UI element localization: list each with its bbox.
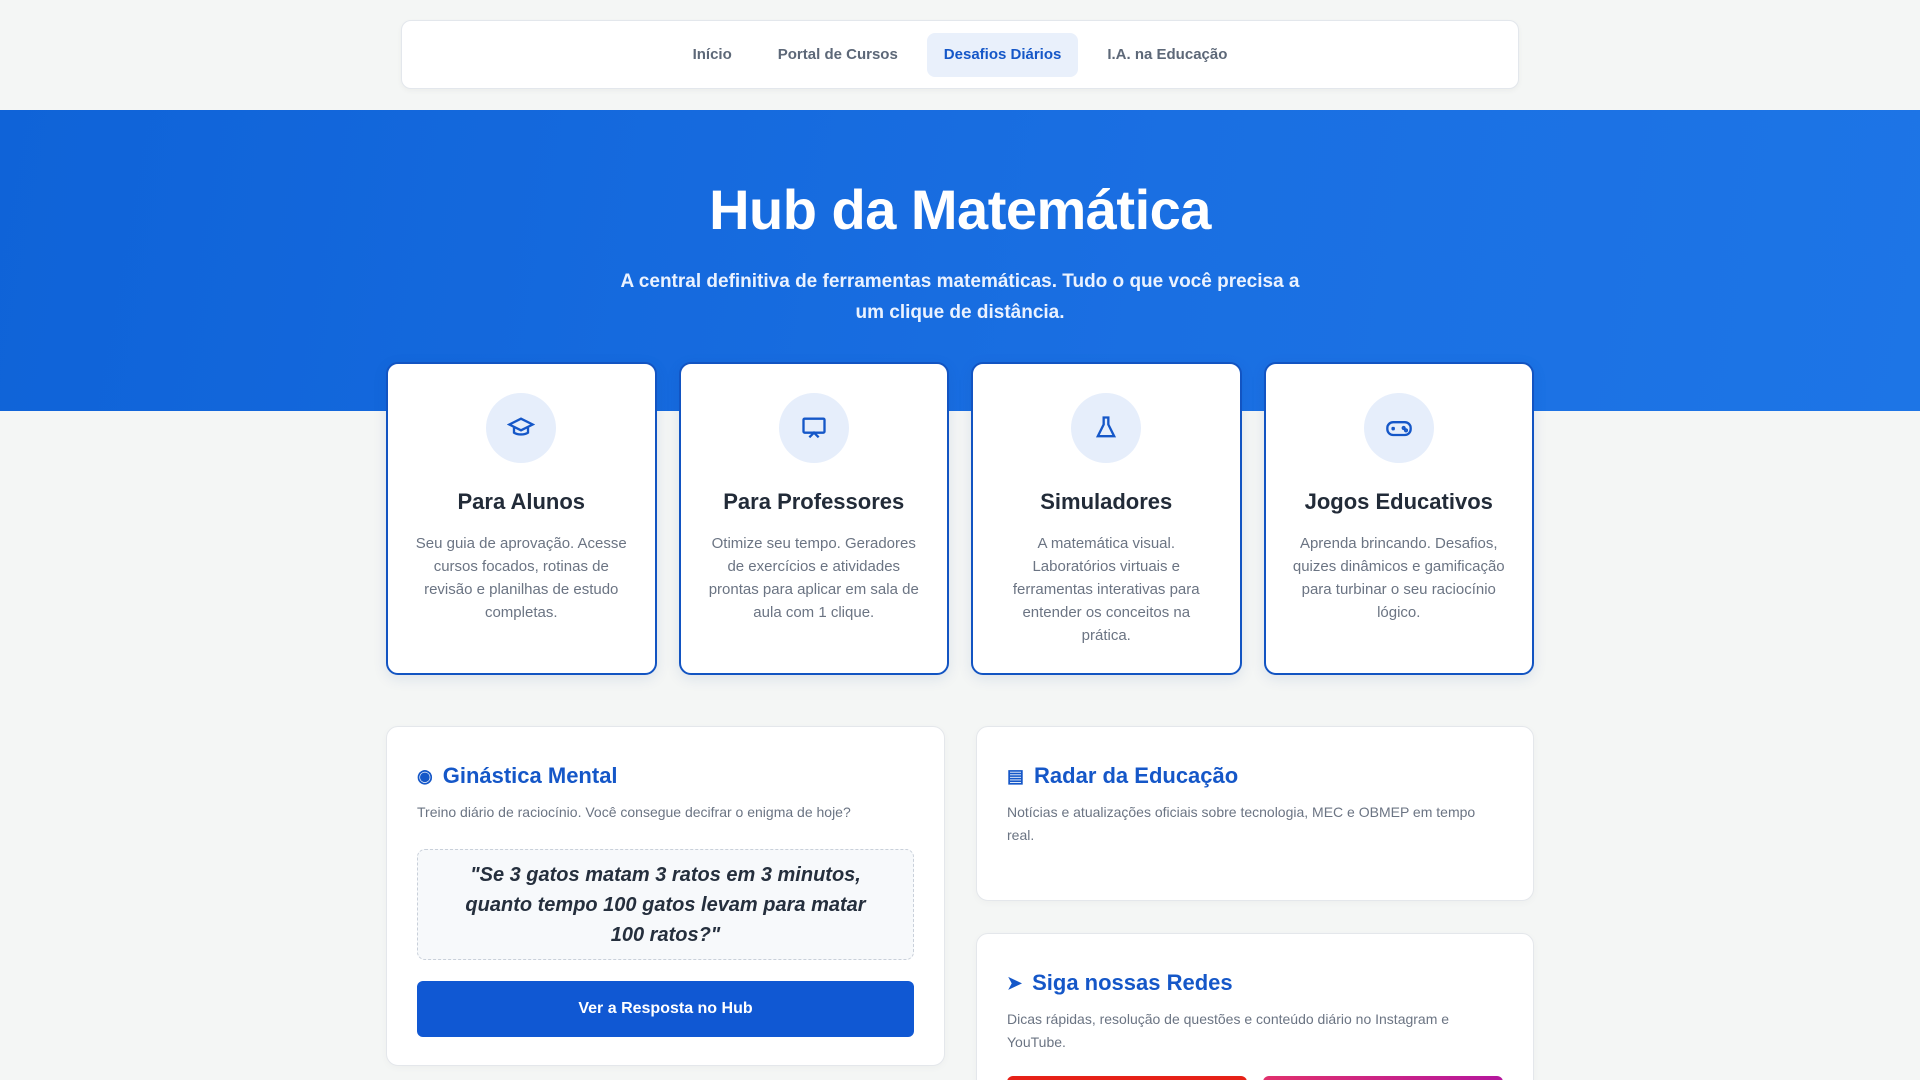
- hero-title: Hub da Matemática: [709, 178, 1211, 241]
- panel-title: Radar da Educação: [1034, 763, 1239, 788]
- panel-title: Ginástica Mental: [442, 763, 618, 788]
- brain-icon: ◉: [417, 765, 433, 786]
- card-jogos-educativos[interactable]: Jogos Educativos Aprenda brincando. Desa…: [1263, 362, 1534, 675]
- siga-redes-panel: ➤ Siga nossas Redes Dicas rápidas, resol…: [976, 933, 1534, 1080]
- audience-cards: Para Alunos Seu guia de aprovação. Acess…: [386, 362, 1534, 675]
- card-text: Otimize seu tempo. Geradores de exercíci…: [708, 535, 919, 621]
- card-para-professores[interactable]: Para Professores Otimize seu tempo. Gera…: [678, 362, 949, 675]
- nav-link-desafios-diarios[interactable]: Desafios Diários: [926, 32, 1079, 77]
- daily-riddle: "Se 3 gatos matam 3 ratos em 3 minutos, …: [417, 849, 914, 960]
- card-text: Aprenda brincando. Desafios, quizes dinâ…: [1292, 535, 1505, 621]
- nav-link-portal-de-cursos[interactable]: Portal de Cursos: [761, 33, 915, 77]
- panel-heading: ◉ Ginástica Mental: [417, 763, 914, 789]
- card-simuladores[interactable]: Simuladores A matemática visual. Laborat…: [971, 362, 1242, 675]
- panel-description: Treino diário de raciocínio. Você conseg…: [417, 804, 851, 820]
- card-text: A matemática visual. Laboratórios virtua…: [1012, 535, 1200, 644]
- card-para-alunos[interactable]: Para Alunos Seu guia de aprovação. Acess…: [386, 362, 657, 675]
- hero-subtitle: A central definitiva de ferramentas mate…: [620, 271, 1300, 323]
- card-title: Para Professores: [723, 489, 905, 514]
- social-buttons: [1007, 1076, 1503, 1080]
- instagram-button[interactable]: [1263, 1076, 1503, 1080]
- youtube-button[interactable]: [1007, 1076, 1247, 1080]
- nav-link-ia-na-educacao[interactable]: I.A. na Educação: [1090, 33, 1244, 77]
- panel-title: Siga nossas Redes: [1032, 970, 1233, 995]
- panel-description: Notícias e atualizações oficiais sobre t…: [1007, 804, 1476, 843]
- card-title: Jogos Educativos: [1304, 489, 1493, 514]
- card-title: Simuladores: [1040, 489, 1173, 514]
- panel-heading: ➤ Siga nossas Redes: [1007, 970, 1503, 996]
- ver-resposta-button[interactable]: Ver a Resposta no Hub: [417, 981, 914, 1037]
- share-icon: ➤: [1007, 972, 1023, 993]
- ginastica-mental-panel: ◉ Ginástica Mental Treino diário de raci…: [386, 726, 945, 1066]
- graduation-cap-icon: [486, 393, 557, 463]
- card-text: Seu guia de aprovação. Acesse cursos foc…: [415, 535, 627, 621]
- panel-heading: ▤ Radar da Educação: [1007, 763, 1503, 789]
- chalkboard-teacher-icon: [778, 393, 849, 463]
- newspaper-icon: ▤: [1007, 765, 1025, 786]
- card-title: Para Alunos: [457, 489, 586, 514]
- flask-icon: [1071, 393, 1142, 463]
- nav-link-inicio[interactable]: Início: [676, 33, 749, 77]
- gamepad-icon: [1363, 393, 1434, 463]
- top-nav-area: Início Portal de Cursos Desafios Diários…: [0, 0, 1920, 110]
- panel-description: Dicas rápidas, resolução de questões e c…: [1007, 1011, 1450, 1050]
- main-nav: Início Portal de Cursos Desafios Diários…: [401, 20, 1519, 89]
- radar-educacao-panel: ▤ Radar da Educação Notícias e atualizaç…: [976, 726, 1534, 901]
